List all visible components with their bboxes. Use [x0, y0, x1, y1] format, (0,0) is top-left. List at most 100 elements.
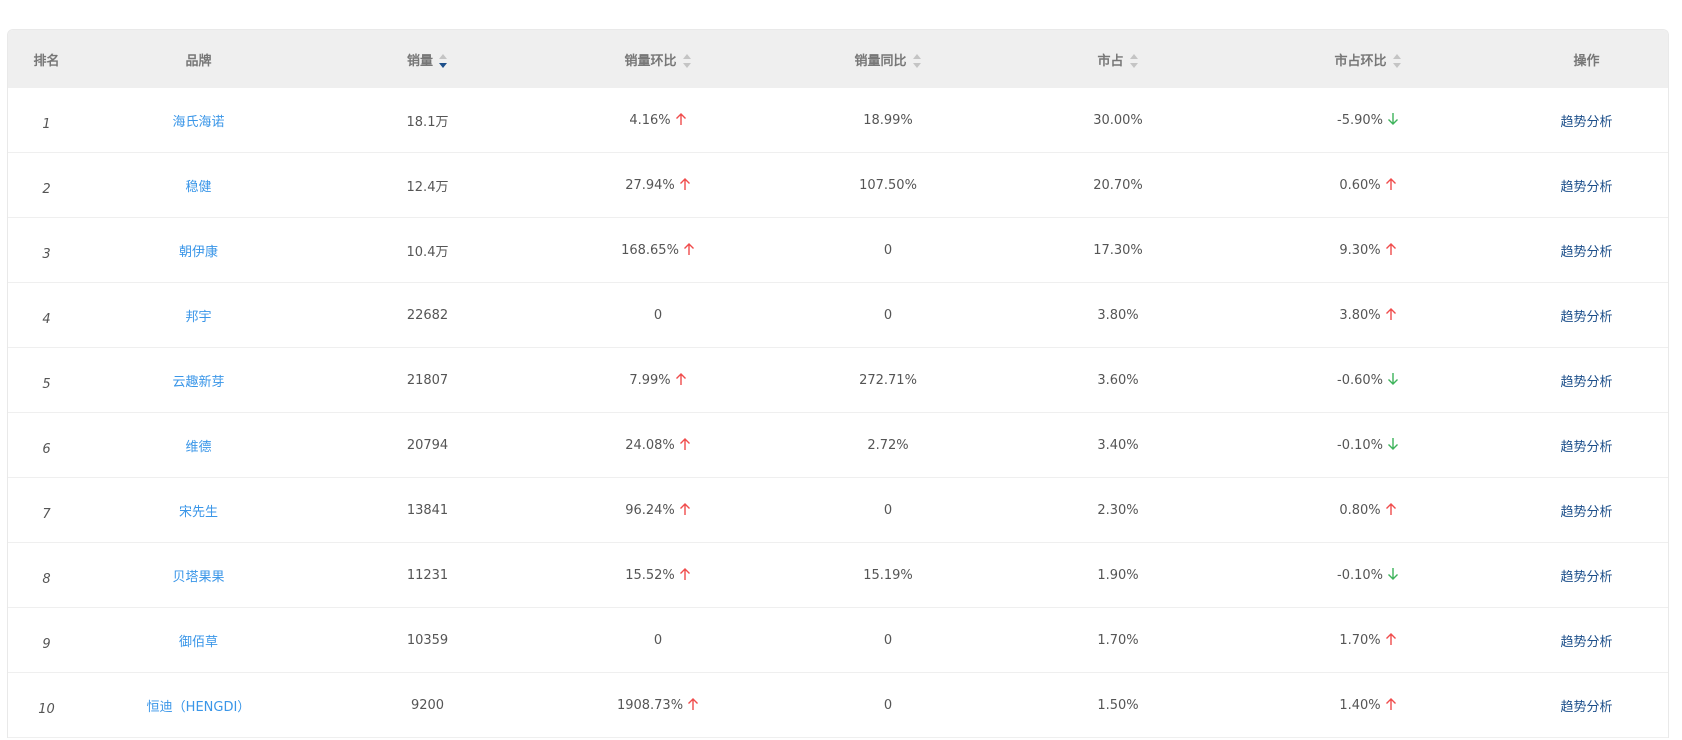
- sort-asc-icon[interactable]: [1129, 54, 1138, 59]
- sort-icon[interactable]: [682, 54, 692, 68]
- sort-icon[interactable]: [439, 54, 448, 68]
- sales-yoy-cell: 0: [773, 607, 1003, 673]
- share-cell: 1.90%: [1003, 542, 1233, 608]
- header-sales-yoy[interactable]: 销量同比: [773, 30, 1003, 88]
- trend-analysis-link[interactable]: 趋势分析: [1560, 440, 1612, 455]
- share-mom-cell: 0.60%: [1339, 177, 1381, 193]
- share-cell: 1.50%: [1097, 697, 1139, 713]
- sort-desc-icon[interactable]: [912, 63, 921, 68]
- share-cell: 30.00%: [1003, 88, 1233, 153]
- brand-ranking-table-container: 排名 品牌 销量 销量环比 销量同比 市占 市占环比 操作 1 海氏海诺 18.1万 4.16% 18…: [7, 29, 1669, 738]
- brand-cell: 海氏海诺: [85, 88, 312, 153]
- sales-mom-cell: 15.52%: [625, 567, 675, 583]
- sales-mom-cell: 0: [653, 307, 663, 323]
- header-label: 销量同比: [854, 53, 907, 69]
- share-mom-cell: -0.10%: [1233, 542, 1503, 608]
- header-share-mom[interactable]: 市占环比: [1233, 30, 1503, 88]
- sales-yoy-cell: 0: [773, 217, 1003, 283]
- rank-cell: 9: [42, 636, 51, 652]
- arrow-up-icon: [1385, 178, 1396, 190]
- sales-yoy-cell: 272.71%: [859, 372, 917, 388]
- arrow-down-icon: [1388, 113, 1398, 125]
- rank-cell: 3: [42, 246, 51, 262]
- sort-icon[interactable]: [1392, 54, 1402, 68]
- sales-cell: 10359: [312, 607, 543, 673]
- header-label: 市占: [1097, 53, 1124, 69]
- sales-cell: 21807: [312, 347, 543, 413]
- sales-yoy-cell: 0: [883, 697, 893, 713]
- table-row: 10 恒迪（HENGDI） 9200 1908.73% 0 1.50% 1.40% 趋势分析: [8, 672, 1668, 738]
- trend-analysis-link[interactable]: 趋势分析: [1560, 570, 1612, 585]
- trend-analysis-cell: 趋势分析: [1503, 672, 1668, 738]
- header-sales-mom[interactable]: 销量环比: [543, 30, 773, 88]
- share-mom-cell: -0.60%: [1233, 347, 1503, 413]
- sort-desc-icon[interactable]: [1129, 63, 1138, 68]
- rank-cell: 6: [42, 441, 51, 457]
- sales-mom-cell: 0: [543, 282, 773, 348]
- trend-analysis-link[interactable]: 趋势分析: [1560, 310, 1612, 325]
- brand-link[interactable]: 邦宇: [185, 310, 211, 325]
- share-cell: 2.30%: [1097, 502, 1139, 518]
- arrow-up-icon: [679, 178, 690, 190]
- arrow-up-icon: [679, 438, 690, 450]
- share-cell: 2.30%: [1003, 477, 1233, 543]
- table-row: 8 贝塔果果 11231 15.52% 15.19% 1.90% -0.10% 趋势分析: [8, 542, 1668, 608]
- sort-asc-icon[interactable]: [912, 54, 921, 59]
- share-mom-cell: -0.60%: [1337, 372, 1383, 388]
- brand-link[interactable]: 恒迪（HENGDI）: [147, 700, 251, 715]
- share-mom-cell: 1.70%: [1339, 632, 1381, 648]
- arrow-up-icon: [1385, 633, 1396, 645]
- brand-link[interactable]: 朝伊康: [179, 245, 218, 260]
- trend-analysis-link[interactable]: 趋势分析: [1560, 635, 1612, 650]
- table-row: 3 朝伊康 10.4万 168.65% 0 17.30% 9.30% 趋势分析: [8, 217, 1668, 283]
- sort-asc-icon[interactable]: [1392, 54, 1401, 59]
- sort-asc-icon[interactable]: [439, 54, 447, 59]
- rank-cell: 8: [8, 542, 85, 608]
- brand-link[interactable]: 贝塔果果: [172, 570, 224, 585]
- trend-analysis-link[interactable]: 趋势分析: [1560, 700, 1612, 715]
- rank-cell: 1: [8, 88, 85, 153]
- rank-cell: 6: [8, 412, 85, 478]
- brand-cell: 稳健: [85, 152, 312, 218]
- sales-cell: 13841: [406, 502, 449, 518]
- trend-analysis-link[interactable]: 趋势分析: [1560, 505, 1612, 520]
- sales-yoy-cell: 107.50%: [859, 177, 917, 193]
- rank-cell: 9: [8, 607, 85, 673]
- sales-yoy-cell: 0: [773, 477, 1003, 543]
- sales-yoy-cell: 2.72%: [867, 437, 909, 453]
- share-cell: 1.90%: [1097, 567, 1139, 583]
- sort-desc-icon[interactable]: [439, 63, 447, 68]
- header-rank: 排名: [8, 30, 85, 88]
- brand-link[interactable]: 宋先生: [179, 505, 218, 520]
- sort-icon[interactable]: [1129, 54, 1139, 68]
- header-label: 销量环比: [624, 53, 677, 69]
- sales-cell: 11231: [312, 542, 543, 608]
- trend-analysis-cell: 趋势分析: [1503, 282, 1668, 348]
- rank-cell: 4: [8, 282, 85, 348]
- trend-analysis-link[interactable]: 趋势分析: [1560, 180, 1612, 195]
- sort-asc-icon[interactable]: [682, 54, 691, 59]
- sales-yoy-cell: 2.72%: [773, 412, 1003, 478]
- sales-mom-cell: 1908.73%: [543, 672, 773, 738]
- share-mom-cell: 1.70%: [1233, 607, 1503, 673]
- trend-analysis-link[interactable]: 趋势分析: [1560, 375, 1612, 390]
- share-mom-cell: -0.10%: [1337, 567, 1383, 583]
- brand-link[interactable]: 云趣新芽: [172, 375, 224, 390]
- share-cell: 3.80%: [1003, 282, 1233, 348]
- header-label: 市占环比: [1334, 53, 1387, 69]
- sort-icon[interactable]: [912, 54, 922, 68]
- header-sales[interactable]: 销量: [312, 30, 543, 88]
- sort-desc-icon[interactable]: [682, 63, 691, 68]
- brand-link[interactable]: 稳健: [185, 180, 211, 195]
- sales-yoy-cell: 0: [773, 672, 1003, 738]
- trend-analysis-link[interactable]: 趋势分析: [1560, 115, 1612, 130]
- brand-link[interactable]: 御佰草: [179, 635, 218, 650]
- trend-analysis-cell: 趋势分析: [1503, 607, 1668, 673]
- rank-cell: 7: [8, 477, 85, 543]
- header-share[interactable]: 市占: [1003, 30, 1233, 88]
- brand-link[interactable]: 海氏海诺: [172, 115, 224, 130]
- brand-link[interactable]: 维德: [185, 440, 211, 455]
- trend-analysis-link[interactable]: 趋势分析: [1560, 245, 1612, 260]
- sales-mom-cell: 4.16%: [543, 88, 773, 153]
- sort-desc-icon[interactable]: [1392, 63, 1401, 68]
